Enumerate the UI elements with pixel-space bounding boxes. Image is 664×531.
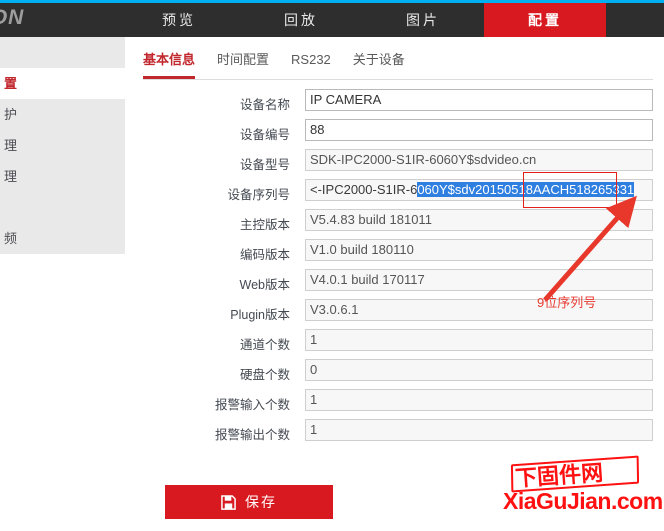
nav-item-configuration[interactable]: 配置 [484,3,606,37]
input-device-model[interactable]: SDK-IPC2000-S1IR-6060Y$sdvideo.cn [305,149,653,171]
watermark: 下固件网 XiaGuJian.com [503,455,663,528]
watermark-domain-text: XiaGuJian.com [503,488,663,514]
nav-item-preview[interactable]: 预览 [118,3,240,37]
input-alarm-out-count[interactable]: 1 [305,419,653,441]
save-button[interactable]: 保存 [165,485,333,519]
label-alarm-in-count: 报警输入个数 [214,398,290,412]
tab-time-config[interactable]: 时间配置 [217,49,269,79]
input-disk-count[interactable]: 0 [305,359,653,381]
input-device-number[interactable]: 88 [305,119,653,141]
input-plugin-version[interactable]: V3.0.6.1 [305,299,653,321]
form-row-alarm-in-count: 报警输入个数 1 [125,389,664,419]
label-serial-number: 设备序列号 [227,188,290,202]
form-row-device-number: 设备编号 88 [125,119,664,149]
input-alarm-in-count[interactable]: 1 [305,389,653,411]
form-row-channel-count: 通道个数 1 [125,329,664,359]
input-encoding-version[interactable]: V1.0 build 180110 [305,239,653,261]
input-web-version[interactable]: V4.0.1 build 170117 [305,269,653,291]
nav-item-picture[interactable]: 图片 [362,3,484,37]
sidebar: 置 护 理 理 频 [0,37,125,531]
app-window: ION 预览 回放 图片 配置 置 护 理 理 频 基本信息 时间配置 RS23… [0,0,664,531]
form-row-encoding-version: 编码版本 V1.0 build 180110 [125,239,664,269]
form-row-alarm-out-count: 报警输出个数 1 [125,419,664,449]
sidebar-item-local-config[interactable]: 置 [0,68,125,99]
label-encoding-version: 编码版本 [239,248,290,262]
label-alarm-out-count: 报警输出个数 [214,428,290,442]
sidebar-item-user-management[interactable]: 理 [0,130,125,161]
input-device-name[interactable]: IP CAMERA [305,89,653,111]
sidebar-item-5[interactable] [0,192,125,223]
form-row-device-name: 设备名称 IP CAMERA [125,89,664,119]
serial-selected-text: 060Y$sdv20150518AACH [417,182,570,197]
sub-tab-bar: 基本信息 时间配置 RS232 关于设备 [143,49,653,80]
label-plugin-version: Plugin版本 [230,308,290,322]
input-main-version[interactable]: V5.4.83 build 181011 [305,209,653,231]
tab-about-device[interactable]: 关于设备 [353,49,405,79]
tab-basic-info[interactable]: 基本信息 [143,49,196,79]
nav-item-playback[interactable]: 回放 [240,3,362,37]
save-button-label: 保存 [245,494,277,510]
form-row-serial-number: 设备序列号 <-IPC2000-S1IR-6060Y$sdv20150518AA… [125,172,664,209]
sidebar-item-maintenance[interactable]: 护 [0,99,125,130]
tab-rs232[interactable]: RS232 [291,49,331,79]
sidebar-item-video[interactable]: 频 [0,223,125,254]
label-main-version: 主控版本 [239,218,290,232]
annotation-label: 9位序列号 [537,295,597,310]
label-channel-count: 通道个数 [239,338,290,352]
sidebar-item-0[interactable] [0,37,125,68]
label-device-model: 设备型号 [239,158,290,172]
serial-prefix-text: <-IPC2000-S1IR-6 [310,182,418,197]
input-serial-number[interactable]: <-IPC2000-S1IR-6060Y$sdv20150518AACH5182… [305,179,653,201]
brand-logo: ION [0,6,25,29]
serial-boxed-digits: 518265331 [569,182,635,197]
device-info-form: 设备名称 IP CAMERA 设备编号 88 设备型号 SDK-IPC2000-… [125,89,664,449]
top-navigation-bar: ION 预览 回放 图片 配置 [0,3,664,37]
sidebar-item-storage-management[interactable]: 理 [0,161,125,192]
form-row-disk-count: 硬盘个数 0 [125,359,664,389]
label-disk-count: 硬盘个数 [239,368,290,382]
form-row-device-model: 设备型号 SDK-IPC2000-S1IR-6060Y$sdvideo.cn [125,149,664,179]
sidebar-filler [0,254,125,531]
label-device-number: 设备编号 [239,128,290,142]
form-row-main-version: 主控版本 V5.4.83 build 181011 [125,209,664,239]
save-icon [221,494,236,510]
input-channel-count[interactable]: 1 [305,329,653,351]
label-web-version: Web版本 [239,278,290,292]
label-device-name: 设备名称 [239,98,290,112]
main-nav-items: 预览 回放 图片 配置 [118,3,606,37]
